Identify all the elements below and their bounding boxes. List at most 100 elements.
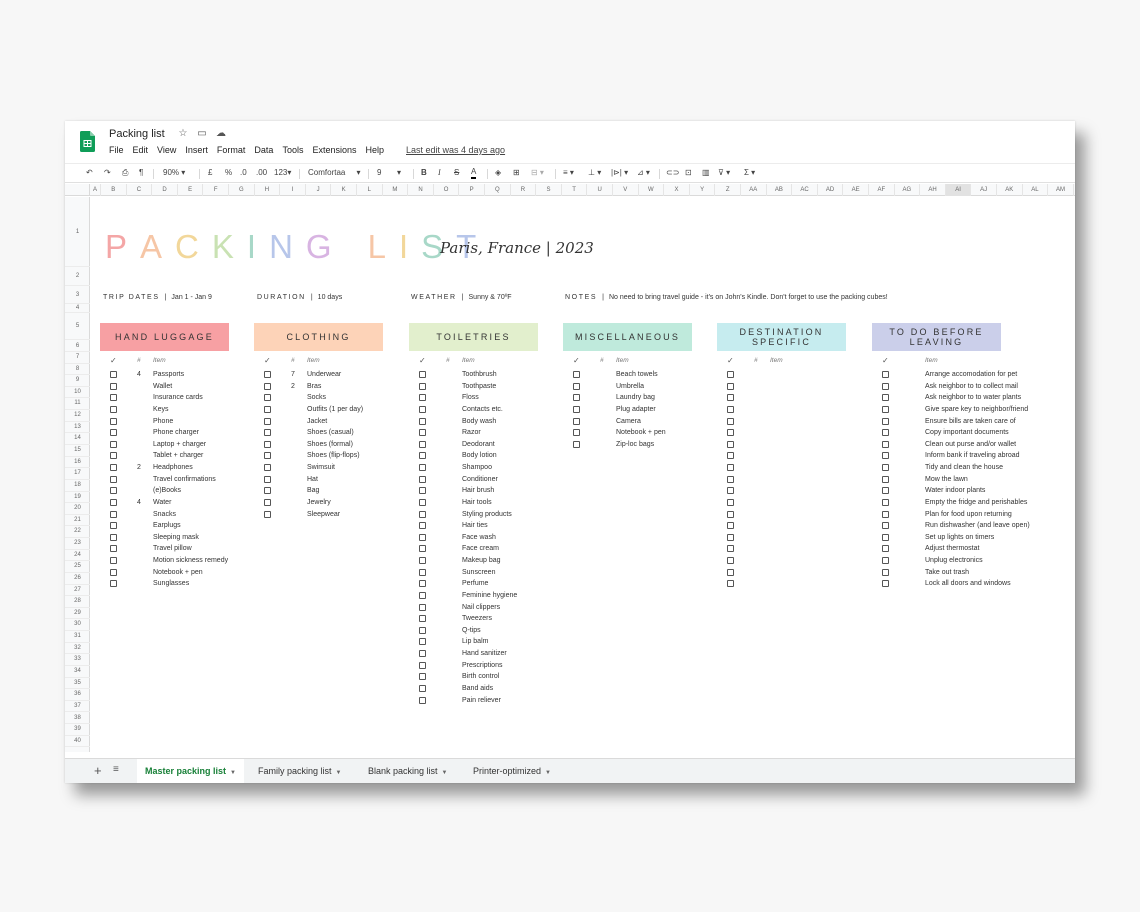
item-checkbox[interactable] bbox=[419, 510, 426, 518]
item-name[interactable]: Mow the lawn bbox=[925, 474, 968, 486]
item-checkbox[interactable] bbox=[264, 510, 271, 518]
item-checkbox[interactable] bbox=[110, 405, 117, 413]
column-header-ad[interactable]: AD bbox=[818, 184, 844, 196]
item-name[interactable]: Laundry bag bbox=[616, 392, 655, 404]
horizontal-align-icon[interactable]: ≡ ▾ bbox=[563, 167, 574, 179]
column-header-h[interactable]: H bbox=[255, 184, 281, 196]
item-quantity[interactable]: 2 bbox=[291, 381, 295, 393]
bold-button[interactable]: B bbox=[421, 167, 427, 179]
row-header-17[interactable]: 17 bbox=[65, 468, 90, 480]
item-checkbox[interactable] bbox=[882, 440, 889, 448]
item-checkbox[interactable] bbox=[264, 452, 271, 460]
item-checkbox[interactable] bbox=[727, 498, 734, 506]
item-checkbox[interactable] bbox=[419, 638, 426, 646]
increase-decimal-button[interactable]: .00 bbox=[256, 167, 267, 179]
item-checkbox[interactable] bbox=[573, 405, 580, 413]
row-header-26[interactable]: 26 bbox=[65, 573, 90, 585]
item-checkbox[interactable] bbox=[882, 487, 889, 495]
item-checkbox[interactable] bbox=[882, 429, 889, 437]
item-name[interactable]: Shampoo bbox=[462, 462, 492, 474]
fill-color-icon[interactable]: ◈ bbox=[495, 167, 501, 179]
item-checkbox[interactable] bbox=[419, 452, 426, 460]
item-name[interactable]: Camera bbox=[616, 416, 641, 428]
insert-chart-icon[interactable]: ▥ bbox=[702, 167, 710, 179]
item-name[interactable]: Empty the fridge and perishables bbox=[925, 497, 1027, 509]
item-name[interactable]: Body wash bbox=[462, 416, 496, 428]
borders-icon[interactable]: ⊞ bbox=[513, 167, 520, 179]
item-checkbox[interactable] bbox=[882, 464, 889, 472]
item-checkbox[interactable] bbox=[419, 533, 426, 541]
item-name[interactable]: Lip balm bbox=[462, 636, 488, 648]
item-name[interactable]: Tweezers bbox=[462, 613, 492, 625]
row-header-37[interactable]: 37 bbox=[65, 701, 90, 713]
item-name[interactable]: Deodorant bbox=[462, 439, 495, 451]
column-header-ae[interactable]: AE bbox=[843, 184, 869, 196]
item-name[interactable]: Phone charger bbox=[153, 427, 199, 439]
menu-tools[interactable]: Tools bbox=[282, 145, 303, 155]
sheet-canvas[interactable]: PACKING LIST Paris, France | 2023 TRIP D… bbox=[91, 197, 1075, 752]
item-checkbox[interactable] bbox=[110, 568, 117, 576]
sheet-tab-family-packing-list[interactable]: Family packing list ▼ bbox=[250, 759, 349, 783]
row-header-13[interactable]: 13 bbox=[65, 422, 90, 434]
item-name[interactable]: Zip-loc bags bbox=[616, 439, 654, 451]
item-name[interactable]: Q-tips bbox=[462, 625, 481, 637]
column-header-j[interactable]: J bbox=[306, 184, 332, 196]
row-header-18[interactable]: 18 bbox=[65, 480, 90, 492]
column-header-y[interactable]: Y bbox=[690, 184, 716, 196]
add-sheet-icon[interactable]: + bbox=[94, 763, 102, 778]
item-checkbox[interactable] bbox=[110, 533, 117, 541]
menu-help[interactable]: Help bbox=[365, 145, 384, 155]
row-header-16[interactable]: 16 bbox=[65, 457, 90, 469]
item-name[interactable]: Ask neighbor to to water plants bbox=[925, 392, 1021, 404]
sheet-tab-printer-optimized[interactable]: Printer-optimized ▼ bbox=[465, 759, 559, 783]
item-name[interactable]: Contacts etc. bbox=[462, 404, 503, 416]
row-header-25[interactable]: 25 bbox=[65, 561, 90, 573]
item-checkbox[interactable] bbox=[573, 417, 580, 425]
vertical-align-icon[interactable]: ⊥ ▾ bbox=[588, 167, 601, 179]
item-checkbox[interactable] bbox=[419, 568, 426, 576]
document-title[interactable]: Packing list bbox=[109, 128, 165, 140]
row-header-6[interactable]: 6 bbox=[65, 340, 90, 352]
item-checkbox[interactable] bbox=[882, 475, 889, 483]
chevron-down-icon[interactable]: ▼ bbox=[442, 770, 448, 776]
item-name[interactable]: Lock all doors and windows bbox=[925, 578, 1011, 590]
column-header-o[interactable]: O bbox=[434, 184, 460, 196]
item-checkbox[interactable] bbox=[419, 475, 426, 483]
item-checkbox[interactable] bbox=[727, 545, 734, 553]
item-checkbox[interactable] bbox=[882, 382, 889, 390]
column-header-t[interactable]: T bbox=[562, 184, 588, 196]
move-folder-icon[interactable]: ▭ bbox=[196, 128, 208, 139]
item-checkbox[interactable] bbox=[419, 685, 426, 692]
item-quantity[interactable]: 4 bbox=[137, 497, 141, 509]
item-checkbox[interactable] bbox=[882, 371, 889, 378]
item-name[interactable]: Sunscreen bbox=[462, 567, 495, 579]
item-checkbox[interactable] bbox=[110, 429, 117, 437]
row-header-4[interactable]: 4 bbox=[65, 304, 90, 313]
category-header-clothing[interactable]: CLOTHING bbox=[254, 323, 383, 351]
item-name[interactable]: Copy important documents bbox=[925, 427, 1009, 439]
item-name[interactable]: Hair ties bbox=[462, 520, 488, 532]
item-checkbox[interactable] bbox=[882, 522, 889, 530]
text-color-button[interactable]: A bbox=[471, 167, 477, 179]
item-name[interactable]: Travel confirmations bbox=[153, 474, 216, 486]
item-checkbox[interactable] bbox=[110, 417, 117, 425]
row-header-20[interactable]: 20 bbox=[65, 503, 90, 515]
font-select[interactable]: Comfortaa ▾ bbox=[308, 167, 361, 179]
item-name[interactable]: Bras bbox=[307, 381, 321, 393]
column-header-ai[interactable]: AI bbox=[945, 184, 972, 196]
item-checkbox[interactable] bbox=[419, 557, 426, 565]
item-checkbox[interactable] bbox=[264, 464, 271, 472]
item-checkbox[interactable] bbox=[727, 371, 734, 378]
item-name[interactable]: Wallet bbox=[153, 381, 172, 393]
item-checkbox[interactable] bbox=[264, 394, 271, 402]
item-checkbox[interactable] bbox=[727, 580, 734, 588]
item-checkbox[interactable] bbox=[727, 557, 734, 565]
item-checkbox[interactable] bbox=[573, 382, 580, 390]
item-name[interactable]: (e)Books bbox=[153, 485, 181, 497]
item-name[interactable]: Notebook + pen bbox=[153, 567, 203, 579]
item-name[interactable]: Unplug electronics bbox=[925, 555, 983, 567]
print-icon[interactable]: ⎙ bbox=[122, 167, 128, 179]
item-name[interactable]: Umbrella bbox=[616, 381, 644, 393]
item-checkbox[interactable] bbox=[727, 429, 734, 437]
column-header-ak[interactable]: AK bbox=[997, 184, 1023, 196]
